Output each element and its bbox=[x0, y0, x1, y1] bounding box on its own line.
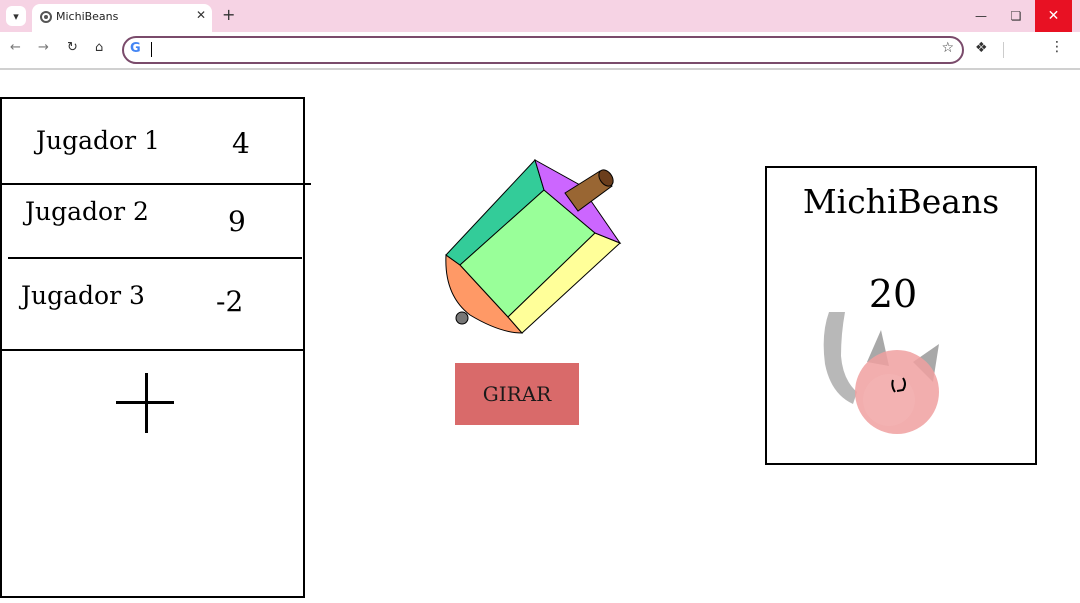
url-input[interactable] bbox=[154, 40, 928, 60]
address-bar[interactable]: G ☆ bbox=[122, 36, 964, 64]
text-cursor bbox=[151, 42, 152, 57]
restore-icon: ❏ bbox=[1010, 9, 1022, 23]
player-name: Jugador 2 bbox=[25, 197, 149, 226]
close-window-icon: ✕ bbox=[1047, 8, 1060, 24]
player-score: 9 bbox=[228, 205, 246, 238]
arrow-left-icon: ← bbox=[10, 40, 21, 55]
new-tab-button[interactable]: + bbox=[222, 5, 235, 24]
minimize-icon: — bbox=[975, 9, 987, 23]
bean-bank-panel: MichiBeans 20 bbox=[765, 166, 1037, 465]
player-row: Jugador 3 -2 bbox=[2, 257, 303, 349]
browser-tab[interactable]: MichiBeans ✕ bbox=[32, 4, 212, 32]
star-icon: ☆ bbox=[941, 40, 954, 56]
player-row: Jugador 2 9 bbox=[2, 183, 303, 257]
chevron-down-icon: ▾ bbox=[13, 9, 19, 23]
close-window-button[interactable]: ✕ bbox=[1035, 0, 1072, 32]
spinning-top-icon bbox=[445, 158, 622, 334]
bookmark-star-button[interactable]: ☆ bbox=[941, 40, 954, 56]
scoreboard: Jugador 1 4 Jugador 2 9 Jugador 3 -2 bbox=[0, 97, 311, 598]
cat-drawing-icon bbox=[823, 312, 939, 434]
spin-button[interactable]: GIRAR bbox=[455, 363, 579, 425]
close-tab-button[interactable]: ✕ bbox=[196, 8, 206, 22]
tab-title: MichiBeans bbox=[56, 10, 119, 23]
browser-titlebar: ▾ MichiBeans ✕ + — ❏ ✕ bbox=[0, 0, 1080, 32]
home-icon: ⌂ bbox=[95, 40, 104, 55]
player-score: 4 bbox=[232, 127, 250, 160]
add-player-button[interactable] bbox=[116, 373, 176, 435]
reload-icon: ↻ bbox=[67, 40, 78, 55]
minimize-button[interactable]: — bbox=[964, 0, 998, 32]
extensions-button[interactable]: ❖ bbox=[975, 40, 988, 56]
restore-button[interactable]: ❏ bbox=[999, 0, 1033, 32]
home-button[interactable]: ⌂ bbox=[95, 40, 103, 55]
row-divider bbox=[2, 349, 303, 351]
tab-list-button[interactable]: ▾ bbox=[6, 6, 26, 26]
player-name: Jugador 1 bbox=[36, 126, 160, 155]
more-vert-icon: ⋮ bbox=[1050, 39, 1064, 55]
browser-toolbar: ← → ↻ ⌂ G ☆ ❖ ⋮ bbox=[0, 32, 1080, 70]
arrow-right-icon: → bbox=[38, 40, 49, 55]
bank-title: MichiBeans bbox=[802, 182, 1000, 221]
back-button[interactable]: ← bbox=[10, 40, 21, 55]
player-score: -2 bbox=[216, 285, 244, 318]
close-icon: ✕ bbox=[195, 8, 206, 22]
reload-button[interactable]: ↻ bbox=[67, 40, 78, 55]
browser-menu-button[interactable]: ⋮ bbox=[1050, 39, 1064, 55]
google-icon: G bbox=[130, 41, 141, 56]
player-name: Jugador 3 bbox=[21, 281, 145, 310]
player-row: Jugador 1 4 bbox=[2, 99, 303, 183]
forward-button[interactable]: → bbox=[38, 40, 49, 55]
puzzle-icon: ❖ bbox=[975, 40, 988, 56]
globe-icon bbox=[40, 11, 52, 23]
toolbar-separator bbox=[1003, 42, 1004, 58]
